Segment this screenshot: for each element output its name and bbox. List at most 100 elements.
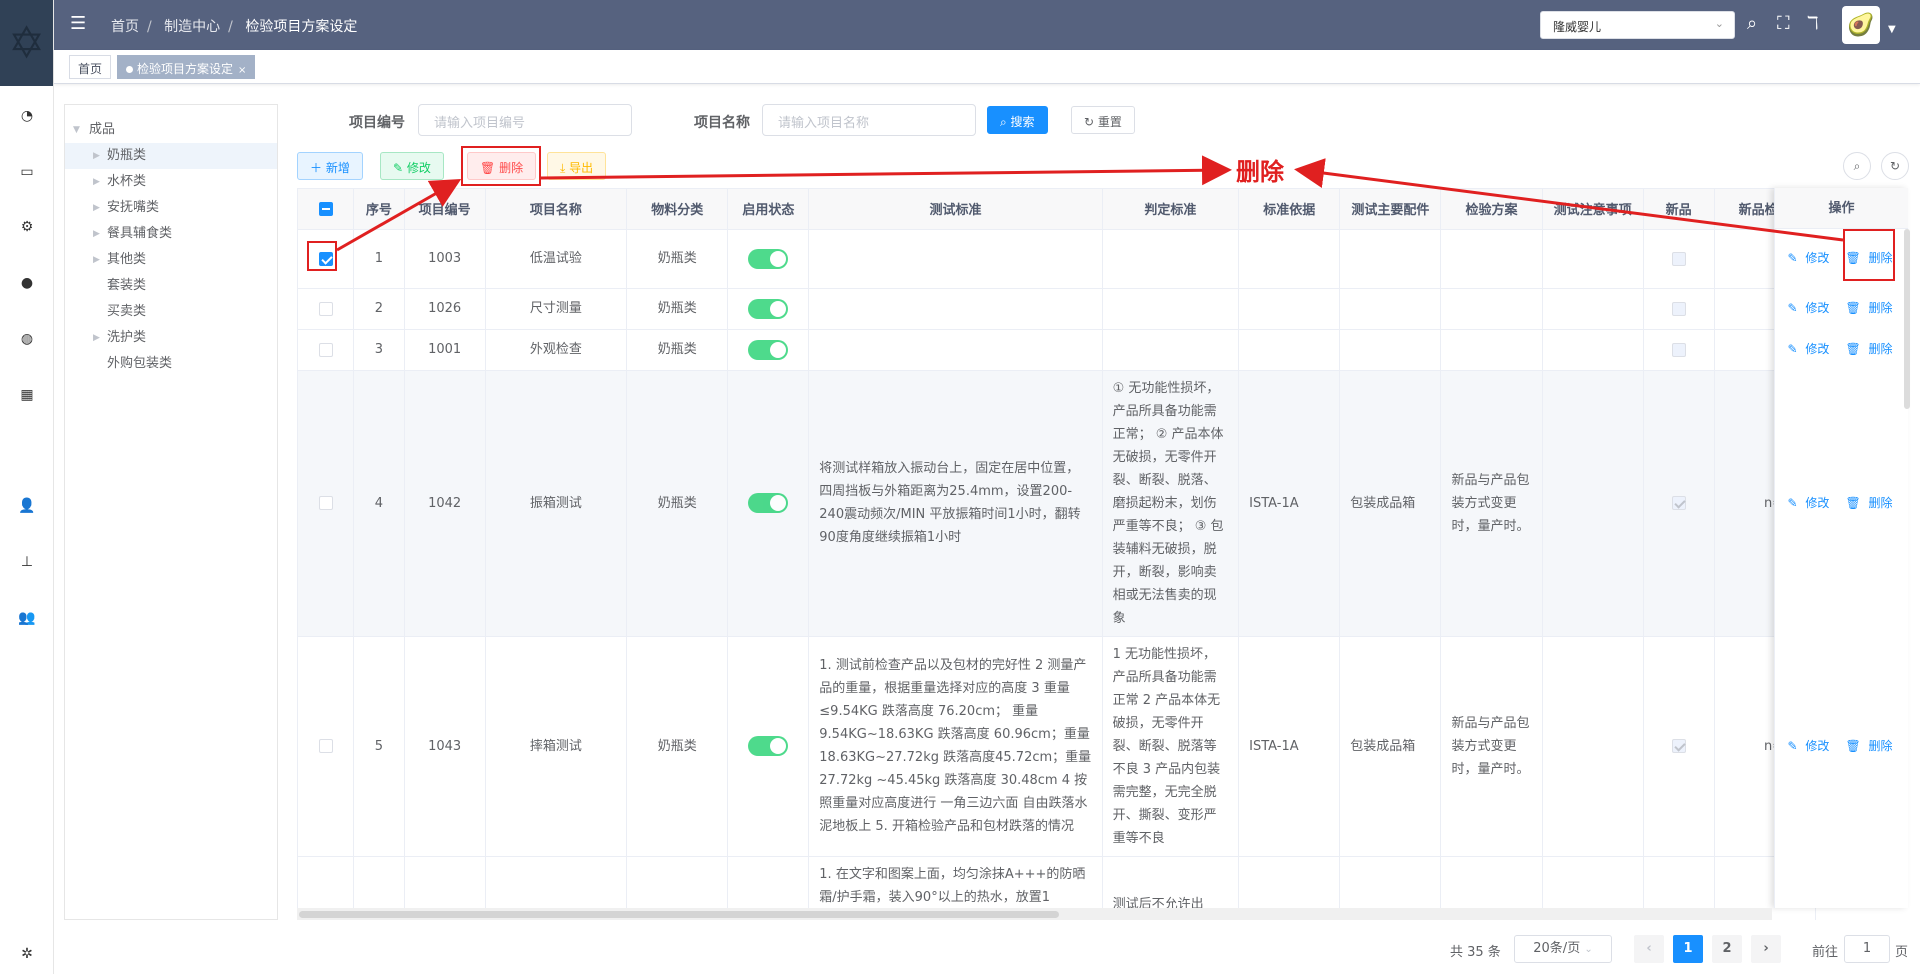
row-edit-link[interactable]: ✎ 修改 <box>1787 301 1833 315</box>
tool-icon[interactable]: ⚙ <box>0 219 54 235</box>
logo-icon[interactable]: ✡ <box>0 0 53 86</box>
dashboard-icon[interactable]: ◔ <box>0 108 54 124</box>
caret-right-icon[interactable]: ▶ <box>93 247 100 273</box>
breadcrumb-manufacturing[interactable]: 制造中心 <box>164 19 220 35</box>
active-dot-icon <box>126 66 133 73</box>
row-checkbox[interactable] <box>318 301 333 316</box>
breadcrumb-home[interactable]: 首页 <box>111 19 139 35</box>
caret-right-icon[interactable]: ▶ <box>93 325 100 351</box>
goto-page-input[interactable]: 1 <box>1844 935 1890 963</box>
name-input[interactable]: 请输入项目名称 <box>762 104 976 136</box>
code-input[interactable]: 请输入项目编号 <box>418 104 632 136</box>
row-delete-link[interactable]: 🗑 删除 <box>1845 301 1896 315</box>
prev-page-icon[interactable]: ‹ <box>1634 935 1664 963</box>
page-number-current[interactable]: 1 <box>1673 935 1703 963</box>
table-icon[interactable]: ▦ <box>0 387 54 403</box>
cell-basis <box>1238 329 1341 371</box>
caret-down-icon[interactable]: ▼ <box>73 117 80 143</box>
caret-right-icon[interactable]: ▶ <box>93 221 100 247</box>
caret-right-icon[interactable]: ▶ <box>93 195 100 221</box>
row-delete-link[interactable]: 🗑 删除 <box>1845 342 1896 356</box>
cell-test-std: 1. 测试前检查产品以及包材的完好性 2 测量产品的重量，根据重量选择对应的高度… <box>808 636 1103 857</box>
tree-node-maimai[interactable]: 买卖类 <box>65 299 277 325</box>
user-icon[interactable]: 👤 <box>0 498 54 514</box>
table-row[interactable]: 2 1026 尺寸测量 奶瓶类 <box>298 288 1908 330</box>
status-switch[interactable] <box>748 339 789 360</box>
tree-node-anfuzui[interactable]: ▶ 安抚嘴类 <box>65 195 277 221</box>
caret-down-icon[interactable]: ▼ <box>1888 24 1896 35</box>
tree-node-shuibei[interactable]: ▶ 水杯类 <box>65 169 277 195</box>
tag-current[interactable]: 检验项目方案设定 × <box>117 55 256 79</box>
row-delete-link[interactable]: 🗑 删除 <box>1845 496 1896 510</box>
row-edit-link[interactable]: ✎ 修改 <box>1787 739 1833 753</box>
vertical-scrollbar[interactable] <box>1904 229 1910 409</box>
caret-right-icon[interactable]: ▶ <box>93 169 100 195</box>
edit-button-label: 修改 <box>406 161 431 175</box>
cell-plan <box>1440 329 1543 371</box>
font-size-icon[interactable]: ℸ <box>1807 13 1819 34</box>
select-all-cell[interactable] <box>298 189 355 230</box>
settings-icon[interactable]: ✲ <box>0 946 54 962</box>
row-edit-link[interactable]: ✎ 修改 <box>1787 496 1833 510</box>
avatar[interactable]: 🥑 <box>1842 6 1880 44</box>
cell-status <box>727 370 810 637</box>
status-switch[interactable] <box>748 493 789 513</box>
caret-right-icon[interactable]: ▶ <box>93 143 100 169</box>
row-select-cell[interactable] <box>298 636 355 857</box>
row-delete-link[interactable]: 🗑 删除 <box>1845 739 1896 753</box>
tree-node-canju[interactable]: ▶ 餐具辅食类 <box>65 221 277 247</box>
table-row[interactable]: 3 1001 外观检查 奶瓶类 <box>298 329 1908 371</box>
status-switch[interactable] <box>748 736 789 756</box>
row-select-cell[interactable] <box>298 288 355 330</box>
tag-home[interactable]: 首页 <box>69 55 112 79</box>
row-checkbox[interactable] <box>318 739 333 753</box>
tree-node-waigou[interactable]: 外购包装类 <box>65 351 277 377</box>
tenant-select[interactable]: 隆威婴儿 ⌄ <box>1540 11 1735 39</box>
new-checkbox <box>1671 739 1686 753</box>
select-all-checkbox[interactable] <box>318 201 333 216</box>
tree-node-taozhuang[interactable]: 套装类 <box>65 273 277 299</box>
table-row[interactable]: 4 1042 振箱测试 奶瓶类 将测试样箱放入振动台上，固定在居中位置，四周挡板… <box>298 370 1908 637</box>
table-row[interactable]: 1 1003 低温试验 奶瓶类 <box>298 229 1908 289</box>
edit-button[interactable]: ✎ 修改 <box>380 152 444 180</box>
export-button[interactable]: ⤓ 导出 <box>547 152 607 180</box>
horizontal-scrollbar[interactable] <box>297 908 1772 920</box>
scrollbar-thumb[interactable] <box>299 911 1059 918</box>
row-select-cell[interactable] <box>298 329 355 371</box>
row-edit-link[interactable]: ✎ 修改 <box>1787 342 1833 356</box>
add-button[interactable]: ＋ 新增 <box>297 152 363 180</box>
monitor-icon[interactable]: ▭ <box>0 164 54 180</box>
cell-no: 3 <box>353 329 405 371</box>
github-icon[interactable]: ● <box>0 275 54 291</box>
toggle-search-icon[interactable]: ⌕ <box>1843 152 1871 180</box>
table-row[interactable]: 5 1043 摔箱测试 奶瓶类 1. 测试前检查产品以及包材的完好性 2 测量产… <box>298 636 1908 857</box>
tree-node-root[interactable]: ▼ 成品 <box>65 117 277 143</box>
row-checkbox[interactable] <box>318 496 333 510</box>
tag-home-label: 首页 <box>78 62 103 76</box>
status-switch[interactable] <box>748 298 789 319</box>
refresh-table-icon[interactable]: ↻ <box>1881 152 1909 180</box>
tree-node-naiping[interactable]: ▶ 奶瓶类 <box>65 143 277 169</box>
close-icon[interactable]: × <box>238 65 246 76</box>
tree-node-qita[interactable]: ▶ 其他类 <box>65 247 277 273</box>
page-number[interactable]: 2 <box>1712 935 1742 963</box>
hamburger-icon[interactable]: ☰ <box>70 13 86 34</box>
row-delete-label: 删除 <box>1868 301 1893 315</box>
tags-view: 首页 检验项目方案设定 × <box>54 50 1920 84</box>
search-icon[interactable]: ⌕ <box>1747 13 1757 34</box>
next-page-icon[interactable]: › <box>1751 935 1781 963</box>
row-select-cell[interactable] <box>298 370 355 637</box>
people-icon[interactable]: 👥 <box>0 610 54 626</box>
name-label: 项目名称 <box>694 115 750 131</box>
search-button[interactable]: ⌕ 搜索 <box>987 106 1048 134</box>
row-edit-link[interactable]: ✎ 修改 <box>1787 251 1833 265</box>
breadcrumb-separator: / <box>228 19 233 35</box>
reset-button[interactable]: ↻ 重置 <box>1071 106 1135 134</box>
tree-node-xihu[interactable]: ▶ 洗护类 <box>65 325 277 351</box>
org-tree-icon[interactable]: ⊥ <box>0 554 54 570</box>
globe-icon[interactable]: ◍ <box>0 331 54 347</box>
row-checkbox[interactable] <box>318 342 333 357</box>
fullscreen-icon[interactable]: ⛶ <box>1777 13 1790 34</box>
page-size-select[interactable]: 20条/页 ⌄ <box>1514 935 1612 963</box>
status-switch[interactable] <box>748 248 789 269</box>
